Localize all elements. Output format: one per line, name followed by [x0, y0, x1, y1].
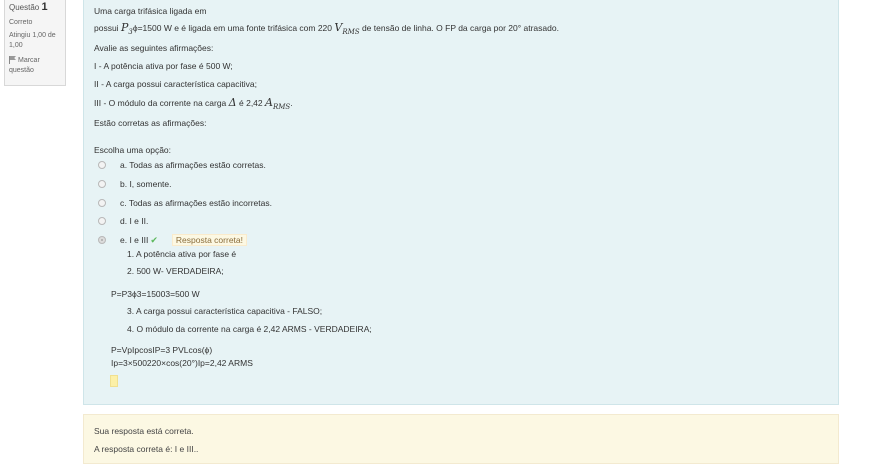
- option-label: c. Todas as afirmações estão incorretas.: [120, 198, 272, 208]
- option-label: b. I, somente.: [120, 179, 172, 189]
- statement-3: III - O módulo da corrente na carga Δ é …: [94, 96, 293, 112]
- statement-2: II - A carga possui característica capac…: [94, 79, 257, 89]
- explanation-formula: P=VpIpcosIP=3 PVLcos(ϕ): [111, 345, 213, 355]
- explanation-item: 2. 500 W- VERDADEIRA;: [127, 266, 224, 276]
- voltage-symbol: VRMS: [334, 21, 360, 37]
- question-state: Correto: [9, 19, 33, 26]
- question-text-line: Avalie as seguintes afirmações:: [94, 43, 214, 53]
- correct-answer-text: A resposta correta é: I e III..: [94, 444, 199, 454]
- power-symbol: P3: [120, 21, 133, 37]
- radio-button[interactable]: [98, 180, 106, 188]
- highlight-marker: [110, 375, 118, 387]
- option-label: e. I e III ✔ Resposta correta!: [120, 234, 247, 246]
- radio-button-selected[interactable]: [98, 236, 106, 244]
- question-grade: Atingiu 1,00 de 1,00: [9, 32, 56, 49]
- flag-icon: [9, 56, 16, 64]
- outcome-text: Sua resposta está correta.: [94, 426, 194, 436]
- flag-question-button[interactable]: Marcar questão: [9, 56, 61, 76]
- check-icon: ✔: [150, 235, 158, 245]
- question-formulation: Uma carga trifásica ligada em possui P3ϕ…: [83, 0, 839, 405]
- option-label: a. Todas as afirmações estão corretas.: [120, 160, 266, 170]
- explanation-item: 4. O módulo da corrente na carga é 2,42 …: [127, 324, 372, 334]
- answer-prompt: Escolha uma opção:: [94, 145, 172, 155]
- radio-button[interactable]: [98, 161, 106, 169]
- radio-button[interactable]: [98, 217, 106, 225]
- explanation-formula: Ip=3×500220×cos(20°)Ip=2,42 ARMS: [111, 358, 253, 368]
- radio-button[interactable]: [98, 199, 106, 207]
- delta-symbol: Δ: [228, 96, 237, 109]
- question-text-line: Uma carga trifásica ligada em: [94, 6, 207, 16]
- question-info: Questão 1 Correto Atingiu 1,00 de 1,00 M…: [4, 0, 66, 86]
- explanation-item: 3. A carga possui característica capacit…: [127, 306, 323, 316]
- question-number: Questão 1: [9, 1, 48, 13]
- explanation-formula: P=P3ϕ3=15003=500 W: [111, 289, 200, 299]
- explanation-item: 1. A potência ativa por fase é: [127, 249, 237, 259]
- option-label: d. I e II.: [120, 216, 149, 226]
- statement-1: I - A potência ativa por fase é 500 W;: [94, 61, 233, 71]
- question-text-line: Estão corretas as afirmações:: [94, 118, 207, 128]
- current-unit-symbol: ARMS: [265, 96, 291, 112]
- correct-feedback: Resposta correta!: [171, 234, 247, 246]
- outcome-box: Sua resposta está correta. A resposta co…: [83, 414, 839, 464]
- question-text-line: possui P3ϕ=1500 W e é ligada em uma font…: [94, 21, 559, 37]
